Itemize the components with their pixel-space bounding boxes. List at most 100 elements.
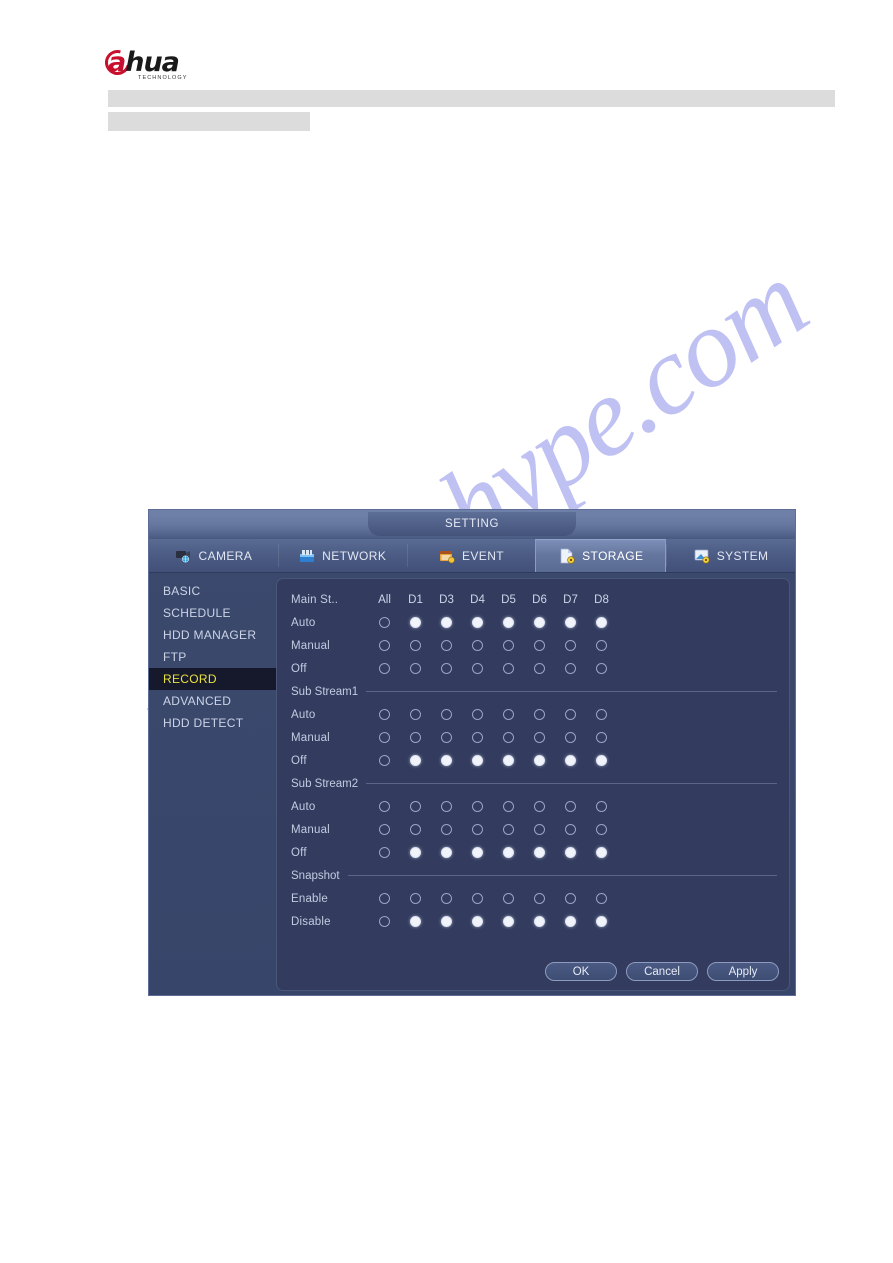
radio-cell[interactable] bbox=[462, 617, 493, 628]
radio-sub-stream1-auto-d1[interactable] bbox=[410, 709, 421, 720]
radio-cell[interactable] bbox=[586, 732, 617, 743]
radio-snapshot-disable-d4[interactable] bbox=[472, 916, 483, 927]
radio-cell[interactable] bbox=[586, 617, 617, 628]
sidebar-item-ftp[interactable]: FTP bbox=[149, 646, 276, 668]
radio-cell[interactable] bbox=[555, 801, 586, 812]
radio-cell[interactable] bbox=[369, 824, 400, 835]
radio-sub-stream1-auto-d8[interactable] bbox=[596, 709, 607, 720]
radio-main-st--off-d5[interactable] bbox=[503, 663, 514, 674]
radio-main-st--auto-d4[interactable] bbox=[472, 617, 483, 628]
tab-event[interactable]: EVENT bbox=[406, 539, 536, 572]
radio-cell[interactable] bbox=[369, 893, 400, 904]
sidebar-item-hdd-manager[interactable]: HDD MANAGER bbox=[149, 624, 276, 646]
radio-sub-stream2-off-d1[interactable] bbox=[410, 847, 421, 858]
radio-main-st--manual-d8[interactable] bbox=[596, 640, 607, 651]
radio-sub-stream1-off-d3[interactable] bbox=[441, 755, 452, 766]
radio-main-st--off-d7[interactable] bbox=[565, 663, 576, 674]
ok-button[interactable]: OK bbox=[545, 962, 617, 981]
radio-sub-stream2-manual-d7[interactable] bbox=[565, 824, 576, 835]
radio-cell[interactable] bbox=[586, 640, 617, 651]
radio-main-st--auto-d7[interactable] bbox=[565, 617, 576, 628]
radio-snapshot-disable-d7[interactable] bbox=[565, 916, 576, 927]
radio-main-st--manual-d1[interactable] bbox=[410, 640, 421, 651]
radio-sub-stream1-manual-d6[interactable] bbox=[534, 732, 545, 743]
radio-cell[interactable] bbox=[369, 663, 400, 674]
tab-storage[interactable]: STORAGE bbox=[535, 539, 667, 572]
radio-cell[interactable] bbox=[524, 824, 555, 835]
radio-sub-stream1-manual-d8[interactable] bbox=[596, 732, 607, 743]
radio-cell[interactable] bbox=[400, 801, 431, 812]
radio-snapshot-disable-d1[interactable] bbox=[410, 916, 421, 927]
radio-main-st--auto-d6[interactable] bbox=[534, 617, 545, 628]
radio-main-st--off-d1[interactable] bbox=[410, 663, 421, 674]
radio-cell[interactable] bbox=[400, 824, 431, 835]
radio-cell[interactable] bbox=[555, 916, 586, 927]
radio-cell[interactable] bbox=[369, 847, 400, 858]
sidebar-item-basic[interactable]: BASIC bbox=[149, 580, 276, 602]
radio-cell[interactable] bbox=[369, 709, 400, 720]
radio-cell[interactable] bbox=[462, 847, 493, 858]
sidebar-item-record[interactable]: RECORD bbox=[149, 668, 276, 690]
radio-sub-stream1-off-d8[interactable] bbox=[596, 755, 607, 766]
radio-cell[interactable] bbox=[431, 663, 462, 674]
radio-cell[interactable] bbox=[524, 732, 555, 743]
radio-cell[interactable] bbox=[493, 617, 524, 628]
radio-main-st--auto-d3[interactable] bbox=[441, 617, 452, 628]
sidebar-item-schedule[interactable]: SCHEDULE bbox=[149, 602, 276, 624]
radio-sub-stream2-off-d7[interactable] bbox=[565, 847, 576, 858]
radio-cell[interactable] bbox=[400, 617, 431, 628]
radio-sub-stream1-auto-d5[interactable] bbox=[503, 709, 514, 720]
radio-snapshot-enable-d4[interactable] bbox=[472, 893, 483, 904]
radio-sub-stream2-auto-d7[interactable] bbox=[565, 801, 576, 812]
radio-sub-stream2-off-d4[interactable] bbox=[472, 847, 483, 858]
radio-cell[interactable] bbox=[524, 663, 555, 674]
radio-sub-stream1-auto-d3[interactable] bbox=[441, 709, 452, 720]
radio-sub-stream2-auto-d3[interactable] bbox=[441, 801, 452, 812]
radio-main-st--off-all[interactable] bbox=[379, 663, 390, 674]
radio-cell[interactable] bbox=[431, 916, 462, 927]
tab-network[interactable]: NETWORK bbox=[277, 539, 407, 572]
radio-cell[interactable] bbox=[524, 916, 555, 927]
radio-sub-stream2-off-d6[interactable] bbox=[534, 847, 545, 858]
radio-sub-stream1-off-d1[interactable] bbox=[410, 755, 421, 766]
radio-sub-stream1-off-d7[interactable] bbox=[565, 755, 576, 766]
radio-main-st--manual-d4[interactable] bbox=[472, 640, 483, 651]
radio-sub-stream1-auto-d6[interactable] bbox=[534, 709, 545, 720]
radio-cell[interactable] bbox=[586, 893, 617, 904]
radio-cell[interactable] bbox=[462, 709, 493, 720]
radio-sub-stream1-off-all[interactable] bbox=[379, 755, 390, 766]
radio-cell[interactable] bbox=[400, 640, 431, 651]
radio-sub-stream2-manual-d8[interactable] bbox=[596, 824, 607, 835]
radio-cell[interactable] bbox=[586, 755, 617, 766]
radio-cell[interactable] bbox=[493, 847, 524, 858]
radio-sub-stream2-auto-all[interactable] bbox=[379, 801, 390, 812]
radio-cell[interactable] bbox=[431, 824, 462, 835]
radio-sub-stream2-auto-d4[interactable] bbox=[472, 801, 483, 812]
radio-cell[interactable] bbox=[431, 640, 462, 651]
radio-main-st--manual-d3[interactable] bbox=[441, 640, 452, 651]
radio-snapshot-enable-d7[interactable] bbox=[565, 893, 576, 904]
tab-system[interactable]: SYSTEM bbox=[666, 539, 795, 572]
radio-sub-stream2-manual-d4[interactable] bbox=[472, 824, 483, 835]
radio-cell[interactable] bbox=[400, 732, 431, 743]
radio-cell[interactable] bbox=[524, 617, 555, 628]
radio-cell[interactable] bbox=[400, 755, 431, 766]
radio-cell[interactable] bbox=[400, 893, 431, 904]
radio-sub-stream1-off-d4[interactable] bbox=[472, 755, 483, 766]
radio-cell[interactable] bbox=[524, 709, 555, 720]
radio-sub-stream2-off-d8[interactable] bbox=[596, 847, 607, 858]
radio-snapshot-disable-d3[interactable] bbox=[441, 916, 452, 927]
radio-snapshot-enable-d8[interactable] bbox=[596, 893, 607, 904]
radio-sub-stream2-manual-all[interactable] bbox=[379, 824, 390, 835]
radio-cell[interactable] bbox=[462, 755, 493, 766]
radio-main-st--auto-all[interactable] bbox=[379, 617, 390, 628]
radio-sub-stream2-auto-d8[interactable] bbox=[596, 801, 607, 812]
radio-main-st--off-d6[interactable] bbox=[534, 663, 545, 674]
radio-main-st--auto-d1[interactable] bbox=[410, 617, 421, 628]
radio-cell[interactable] bbox=[555, 847, 586, 858]
radio-cell[interactable] bbox=[369, 916, 400, 927]
sidebar-item-advanced[interactable]: ADVANCED bbox=[149, 690, 276, 712]
radio-main-st--manual-d7[interactable] bbox=[565, 640, 576, 651]
radio-cell[interactable] bbox=[586, 916, 617, 927]
radio-sub-stream2-off-d3[interactable] bbox=[441, 847, 452, 858]
